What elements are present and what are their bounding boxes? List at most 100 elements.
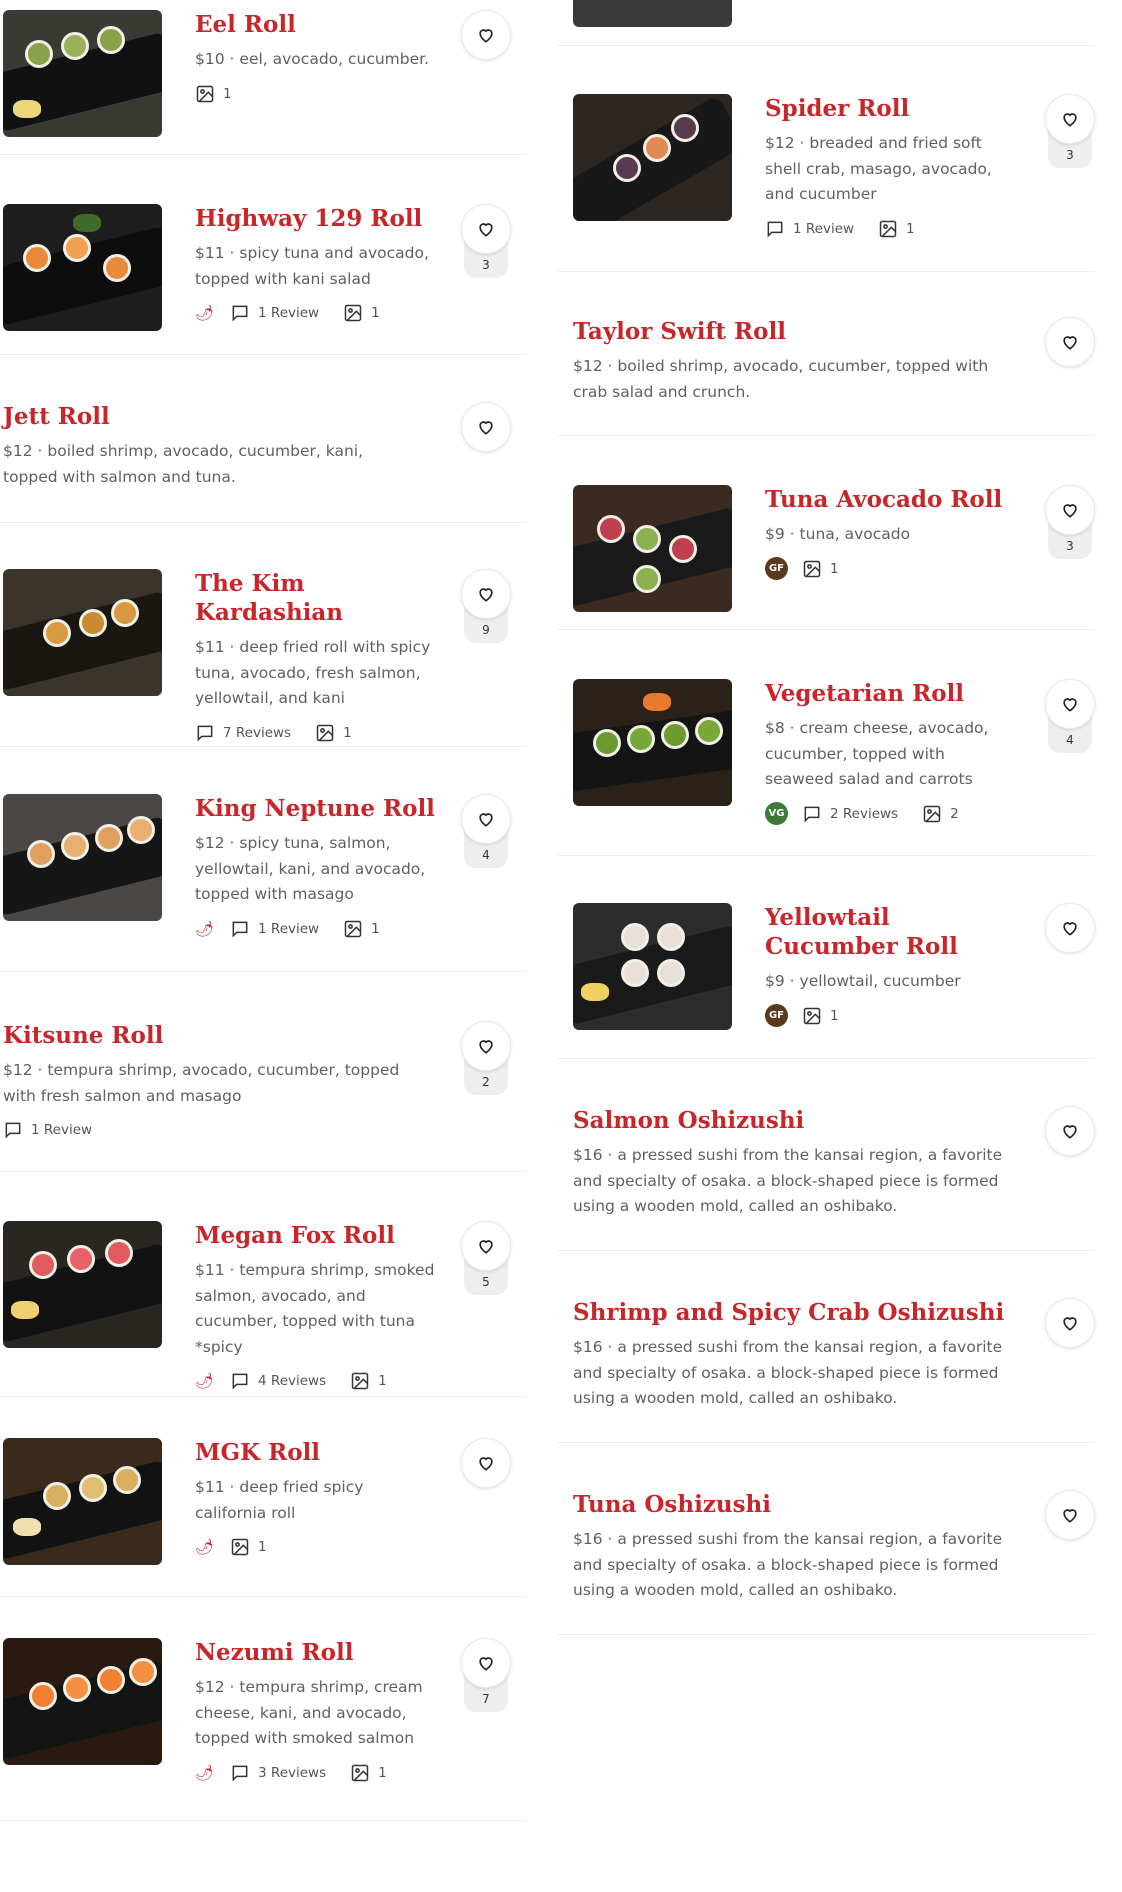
item-photo[interactable] xyxy=(3,794,162,921)
chili-icon: 🌶 xyxy=(195,1372,215,1390)
menu-item[interactable]: Tuna Avocado Roll $9 · tuna, avocado GF … xyxy=(558,435,1095,630)
reviews-link[interactable]: 1 Review xyxy=(230,303,319,323)
reviews-link[interactable]: 4 Reviews xyxy=(230,1371,326,1391)
item-name[interactable]: Megan Fox Roll xyxy=(195,1221,437,1250)
item-name[interactable]: Yellowtail Cucumber Roll xyxy=(765,903,1015,961)
favorite-button[interactable] xyxy=(1045,1106,1095,1156)
item-photo[interactable] xyxy=(3,1638,162,1765)
menu-item[interactable]: Kitsune Roll $12 · tempura shrimp, avoca… xyxy=(0,971,527,1172)
menu-item[interactable]: The Kim Kardashian $11 · deep fried roll… xyxy=(0,522,527,747)
item-name[interactable]: King Neptune Roll xyxy=(195,794,437,823)
item-price: $8 xyxy=(765,719,785,737)
item-photo[interactable] xyxy=(3,204,162,331)
item-photo[interactable] xyxy=(3,569,162,696)
reviews-link[interactable]: 3 Reviews xyxy=(230,1763,326,1783)
photos-link[interactable]: 1 xyxy=(343,919,380,939)
photos-link[interactable]: 1 xyxy=(802,1006,839,1026)
menu-item[interactable]: Nezumi Roll $12 · tempura shrimp, cream … xyxy=(0,1596,527,1821)
item-price: $11 xyxy=(195,638,225,656)
favorite-button[interactable] xyxy=(1045,1490,1095,1540)
photos-link[interactable]: 1 xyxy=(350,1763,387,1783)
item-name[interactable]: Eel Roll xyxy=(195,10,437,39)
reviews-link[interactable]: 1 Review xyxy=(230,919,319,939)
reviews-link[interactable]: 2 Reviews xyxy=(802,804,898,824)
item-photo[interactable] xyxy=(573,485,732,612)
item-ingredients: eel, avocado, cucumber. xyxy=(239,50,430,68)
photos-link[interactable]: 1 xyxy=(802,559,839,579)
item-name[interactable]: The Kim Kardashian xyxy=(195,569,437,627)
reviews-link[interactable]: 7 Reviews xyxy=(195,723,291,743)
favorite-button[interactable] xyxy=(1045,317,1095,367)
menu-item[interactable]: Salmon Oshizushi $16 · a pressed sushi f… xyxy=(558,1058,1095,1251)
favorite-button[interactable] xyxy=(1045,679,1095,729)
favorite-button[interactable] xyxy=(461,1221,511,1271)
heart-icon xyxy=(479,588,493,602)
item-name[interactable]: Shrimp and Spicy Crab Oshizushi xyxy=(573,1298,1015,1327)
item-name[interactable]: Taylor Swift Roll xyxy=(573,317,1015,346)
menu-item[interactable]: Eel Roll $10 · eel, avocado, cucumber. 1 xyxy=(0,0,527,155)
item-photo[interactable] xyxy=(573,94,732,221)
item-photo[interactable] xyxy=(573,679,732,806)
item-photo[interactable] xyxy=(3,1221,162,1348)
reviews-count: 7 Reviews xyxy=(223,724,292,741)
item-name[interactable]: Kitsune Roll xyxy=(3,1021,437,1050)
menu-item[interactable]: Highway 129 Roll $11 · spicy tuna and av… xyxy=(0,154,527,355)
photos-link[interactable]: 2 xyxy=(922,804,959,824)
favorite-button[interactable] xyxy=(1045,94,1095,144)
favorite-button[interactable] xyxy=(461,1438,511,1488)
favorite-button[interactable] xyxy=(1045,485,1095,535)
heart-icon xyxy=(1063,1317,1077,1331)
item-meta: VG 2 Reviews 2 xyxy=(765,802,1015,826)
item-name[interactable]: Nezumi Roll xyxy=(195,1638,437,1667)
image-icon xyxy=(923,805,941,822)
menu-item[interactable]: MGK Roll $11 · deep fried spicy californ… xyxy=(0,1396,527,1597)
item-name[interactable]: Salmon Oshizushi xyxy=(573,1106,1015,1135)
heart-icon xyxy=(1063,1509,1077,1523)
photos-link[interactable]: 1 xyxy=(350,1371,387,1391)
item-photo[interactable] xyxy=(573,0,732,27)
favorite-button[interactable] xyxy=(461,1021,511,1071)
menu-item[interactable]: Shrimp and Spicy Crab Oshizushi $16 · a … xyxy=(558,1250,1095,1443)
item-photo[interactable] xyxy=(3,10,162,137)
favorite-button[interactable] xyxy=(1045,1298,1095,1348)
item-meta: 🌶 3 Reviews 1 xyxy=(195,1761,437,1785)
menu-item[interactable]: Jett Roll $12 · boiled shrimp, avocado, … xyxy=(0,354,527,523)
photos-link[interactable]: 1 xyxy=(343,303,380,323)
favorite-button[interactable] xyxy=(461,794,511,844)
menu-item[interactable]: King Neptune Roll $12 · spicy tuna, salm… xyxy=(0,746,527,972)
menu-item-partial[interactable] xyxy=(558,0,1095,46)
item-photo[interactable] xyxy=(573,903,732,1030)
photos-count: 1 xyxy=(906,220,915,237)
photos-link[interactable]: 1 xyxy=(195,84,232,104)
item-name[interactable]: MGK Roll xyxy=(195,1438,437,1467)
item-name[interactable]: Tuna Avocado Roll xyxy=(765,485,1015,514)
reviews-count: 2 Reviews xyxy=(830,805,899,822)
photos-link[interactable]: 1 xyxy=(878,219,915,239)
reviews-link[interactable]: 1 Review xyxy=(765,219,854,239)
menu-item[interactable]: Tuna Oshizushi $16 · a pressed sushi fro… xyxy=(558,1442,1095,1635)
photos-count: 1 xyxy=(371,920,380,937)
favorite-button[interactable] xyxy=(461,402,511,452)
image-icon xyxy=(803,1007,821,1024)
item-name[interactable]: Spider Roll xyxy=(765,94,1015,123)
menu-item[interactable]: Megan Fox Roll $11 · tempura shrimp, smo… xyxy=(0,1171,527,1397)
menu-item[interactable]: Yellowtail Cucumber Roll $9 · yellowtail… xyxy=(558,855,1095,1059)
item-name[interactable]: Tuna Oshizushi xyxy=(573,1490,1015,1519)
photos-link[interactable]: 1 xyxy=(230,1537,267,1557)
favorite-button[interactable] xyxy=(461,1638,511,1688)
favorite-button[interactable] xyxy=(461,569,511,619)
menu-item[interactable]: Taylor Swift Roll $12 · boiled shrimp, a… xyxy=(558,271,1095,436)
favorite-button[interactable] xyxy=(461,10,511,60)
reviews-link[interactable]: 1 Review xyxy=(3,1120,92,1140)
item-name[interactable]: Vegetarian Roll xyxy=(765,679,1015,708)
item-description: $12 · tempura shrimp, avocado, cucumber,… xyxy=(3,1061,400,1105)
gluten-free-badge: GF xyxy=(765,1004,788,1027)
item-name[interactable]: Jett Roll xyxy=(3,402,407,431)
favorite-button[interactable] xyxy=(1045,903,1095,953)
menu-item[interactable]: Vegetarian Roll $8 · cream cheese, avoca… xyxy=(558,629,1095,856)
photos-link[interactable]: 1 xyxy=(315,723,352,743)
item-photo[interactable] xyxy=(3,1438,162,1565)
item-name[interactable]: Highway 129 Roll xyxy=(195,204,437,233)
favorite-button[interactable] xyxy=(461,204,511,254)
menu-item[interactable]: Spider Roll $12 · breaded and fried soft… xyxy=(558,45,1095,272)
